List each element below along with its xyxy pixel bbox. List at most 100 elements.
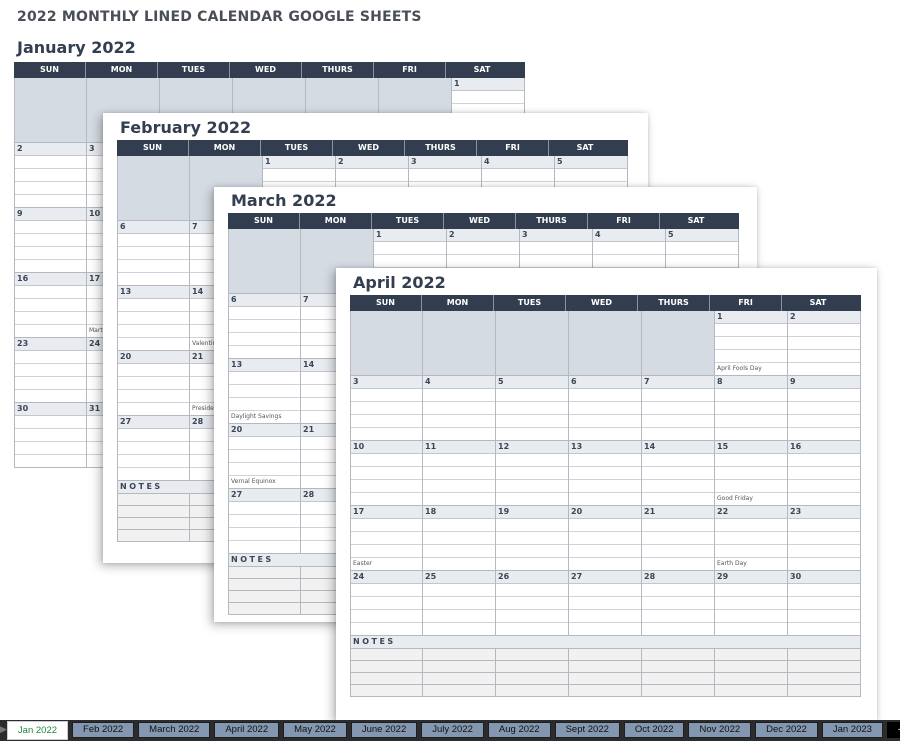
day-note-line[interactable] [788,467,860,480]
notes-cell[interactable] [569,661,642,673]
day-cell[interactable]: 26 [496,571,569,636]
day-note-line[interactable] [229,463,300,476]
notes-cell[interactable] [423,649,496,661]
day-note-line[interactable] [642,532,714,545]
notes-cell[interactable] [423,661,496,673]
notes-cell[interactable] [788,685,861,697]
notes-cell[interactable] [117,530,190,542]
day-note-line[interactable] [496,532,568,545]
day-note-line[interactable] [351,584,422,597]
day-note-line[interactable] [118,377,189,390]
day-note-line[interactable] [15,260,86,272]
day-note-line[interactable] [569,454,641,467]
day-note-line[interactable] [715,532,787,545]
day-cell[interactable]: 20 [569,506,642,571]
day-note-line[interactable] [642,467,714,480]
day-note-line[interactable] [409,169,481,182]
day-note-line[interactable] [15,325,86,337]
day-note-line[interactable] [351,597,422,610]
day-note-line[interactable] [118,273,189,285]
day-cell[interactable]: 4 [423,376,496,441]
notes-cell[interactable] [642,685,715,697]
day-note-line[interactable] [666,242,738,255]
day-note-line[interactable] [423,623,495,635]
notes-cell[interactable] [642,649,715,661]
day-note-line[interactable] [666,255,738,268]
notes-cell[interactable] [228,603,301,615]
day-cell[interactable]: 13 Daylight Savings [228,359,301,424]
sheet-tab[interactable]: July 2022 [421,722,484,738]
day-note-line[interactable] [351,623,422,635]
day-note-line[interactable] [423,454,495,467]
day-note-line[interactable] [569,610,641,623]
day-note-line[interactable] [788,532,860,545]
day-note-line[interactable] [15,286,86,299]
day-cell[interactable]: 12 [496,441,569,506]
sheet-tab[interactable]: Jan 2022 [6,721,69,740]
day-cell[interactable]: 28 [642,571,715,636]
notes-cell[interactable] [228,567,301,579]
day-note-line[interactable] [229,307,300,320]
day-note-line[interactable] [423,545,495,558]
day-cell[interactable]: 27 [117,416,190,481]
holiday-label[interactable]: Good Friday [715,493,787,505]
day-cell[interactable]: 2 [788,311,861,376]
day-note-line[interactable] [118,234,189,247]
notes-cell[interactable] [715,649,788,661]
day-note-line[interactable] [555,169,627,182]
day-cell[interactable]: 29 [715,571,788,636]
day-note-line[interactable] [423,467,495,480]
notes-cell[interactable] [788,661,861,673]
notes-cell[interactable] [117,506,190,518]
day-note-line[interactable] [229,320,300,333]
day-note-line[interactable] [642,454,714,467]
day-cell[interactable]: 21 [642,506,715,571]
day-cell[interactable]: 6 [228,294,301,359]
day-note-line[interactable] [569,402,641,415]
day-cell[interactable]: 9 [788,376,861,441]
day-note-line[interactable] [447,242,519,255]
day-note-line[interactable] [788,545,860,558]
day-cell[interactable]: 30 [788,571,861,636]
notes-cell[interactable] [350,649,423,661]
tab-scroll-arrow-icon[interactable]: ▶ [0,720,7,741]
day-note-line[interactable] [788,350,860,363]
day-cell[interactable]: 6 [569,376,642,441]
day-note-line[interactable] [788,480,860,493]
day-cell[interactable]: 20 [117,351,190,416]
sheet-tab[interactable]: March 2022 [138,722,211,738]
day-note-line[interactable] [642,389,714,402]
day-note-line[interactable] [642,493,714,505]
day-note-line[interactable] [118,429,189,442]
notes-cell[interactable] [117,494,190,506]
day-note-line[interactable] [642,584,714,597]
day-note-line[interactable] [118,455,189,468]
day-note-line[interactable] [229,528,300,541]
day-note-line[interactable] [229,541,300,553]
day-cell[interactable]: 1 April Fools Day [715,311,788,376]
day-note-line[interactable] [423,389,495,402]
notes-cell[interactable] [715,673,788,685]
day-note-line[interactable] [496,480,568,493]
day-cell[interactable]: 20 Vernal Equinox [228,424,301,489]
day-note-line[interactable] [715,584,787,597]
day-note-line[interactable] [118,312,189,325]
notes-cell[interactable] [117,518,190,530]
day-note-line[interactable] [496,402,568,415]
notes-cell[interactable] [642,661,715,673]
sheet-tab[interactable]: Aug 2022 [487,722,551,738]
day-cell[interactable]: 17 Easter [350,506,423,571]
notes-cell[interactable] [788,673,861,685]
day-note-line[interactable] [715,389,787,402]
day-note-line[interactable] [423,493,495,505]
day-note-line[interactable] [118,338,189,350]
day-note-line[interactable] [715,545,787,558]
day-cell[interactable]: 18 [423,506,496,571]
day-note-line[interactable] [496,610,568,623]
day-note-line[interactable] [642,610,714,623]
day-note-line[interactable] [496,545,568,558]
day-note-line[interactable] [642,558,714,570]
day-note-line[interactable] [263,169,335,182]
day-note-line[interactable] [15,416,86,429]
sheet-tab[interactable]: Jan 2023 [821,722,883,738]
